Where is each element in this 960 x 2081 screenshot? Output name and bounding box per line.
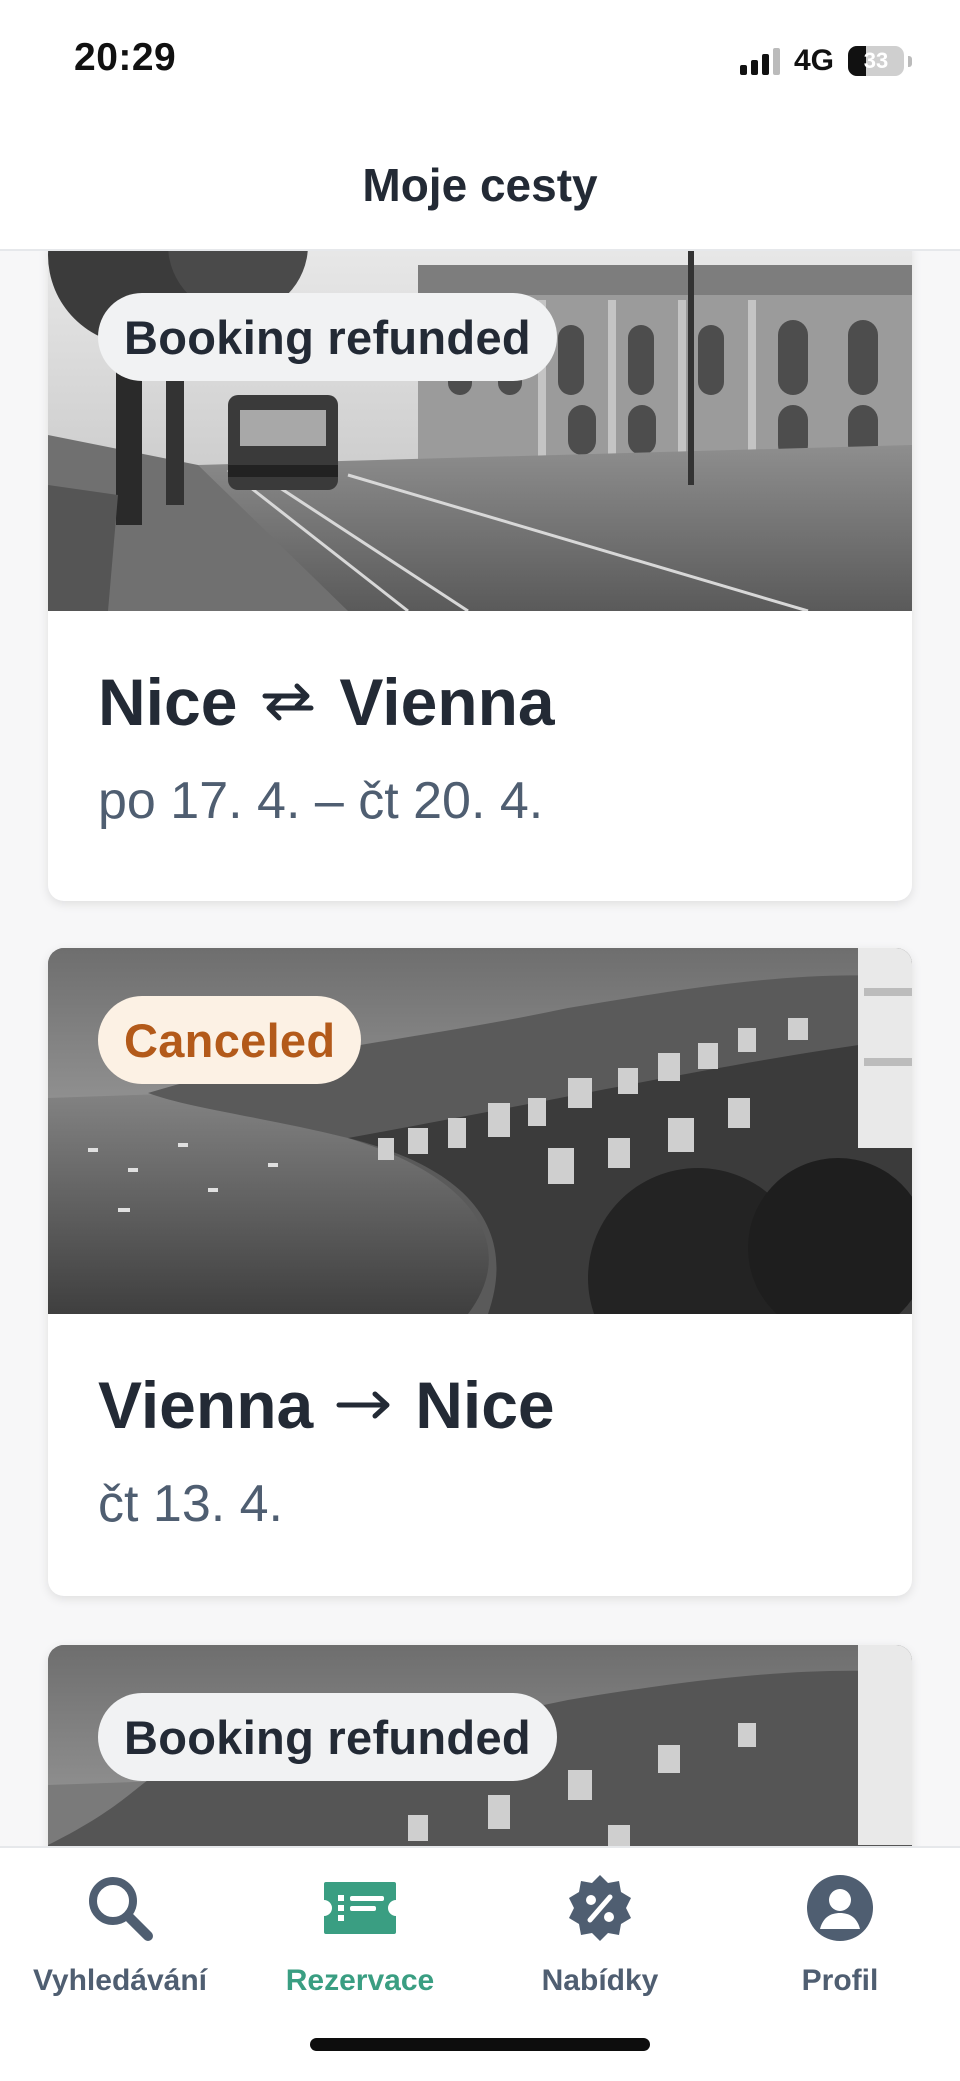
return-trip-arrows-icon [259,682,317,722]
tab-offers[interactable]: Nabídky [480,1870,720,1998]
cellular-signal-icon [739,47,780,75]
battery-tip [908,55,912,67]
tab-label: Profil [801,1964,879,1997]
trip-card-body: Vienna Nice čt 13. 4. [48,1314,912,1530]
trip-destination: Vienna [339,665,555,739]
tab-label: Rezervace [285,1964,435,1997]
trip-origin: Nice [98,665,238,739]
battery-icon: 33 [848,46,904,76]
status-badge: Booking refunded [98,1693,557,1781]
trip-route: Nice Vienna [98,669,862,735]
trip-route: Vienna Nice [98,1372,862,1438]
trip-destination: Nice [415,1368,555,1442]
status-time: 20:29 [74,36,177,79]
tab-label: Nabídky [541,1964,659,1997]
status-indicators: 4G 33 [739,44,912,78]
page-header: Moje cesty [0,120,960,251]
trip-dates: čt 13. 4. [98,1475,283,1533]
tab-search[interactable]: Vyhledávání [0,1870,240,1998]
trip-card[interactable]: Booking refunded Nice Vienna po 17. 4. –… [48,245,912,901]
trip-destination-photo: Canceled [48,948,912,1314]
status-bar: 20:29 4G 33 [0,0,960,120]
page-title: Moje cesty [362,158,598,211]
trip-card[interactable]: Canceled Vienna Nice čt 13. 4. [48,948,912,1596]
tab-profile[interactable]: Profil [720,1870,960,1998]
trip-dates: po 17. 4. – čt 20. 4. [98,772,544,830]
status-badge: Booking refunded [98,293,557,381]
trip-destination-photo: Booking refunded [48,245,912,611]
home-indicator [310,2038,650,2051]
network-type: 4G [793,44,834,77]
trip-origin: Vienna [98,1368,314,1442]
tab-bookings[interactable]: Rezervace [240,1870,480,1998]
tab-label: Vyhledávání [33,1964,207,1997]
profile-icon [805,1870,875,1946]
battery-percent: 33 [863,48,889,73]
search-icon [85,1870,155,1946]
ticket-icon [320,1870,400,1946]
trip-card-body: Nice Vienna po 17. 4. – čt 20. 4. [48,611,912,827]
trip-list[interactable]: Booking refunded Nice Vienna po 17. 4. –… [48,245,912,2079]
discount-badge-icon [565,1870,635,1946]
status-badge: Canceled [98,996,362,1084]
one-way-arrow-icon [335,1390,393,1420]
